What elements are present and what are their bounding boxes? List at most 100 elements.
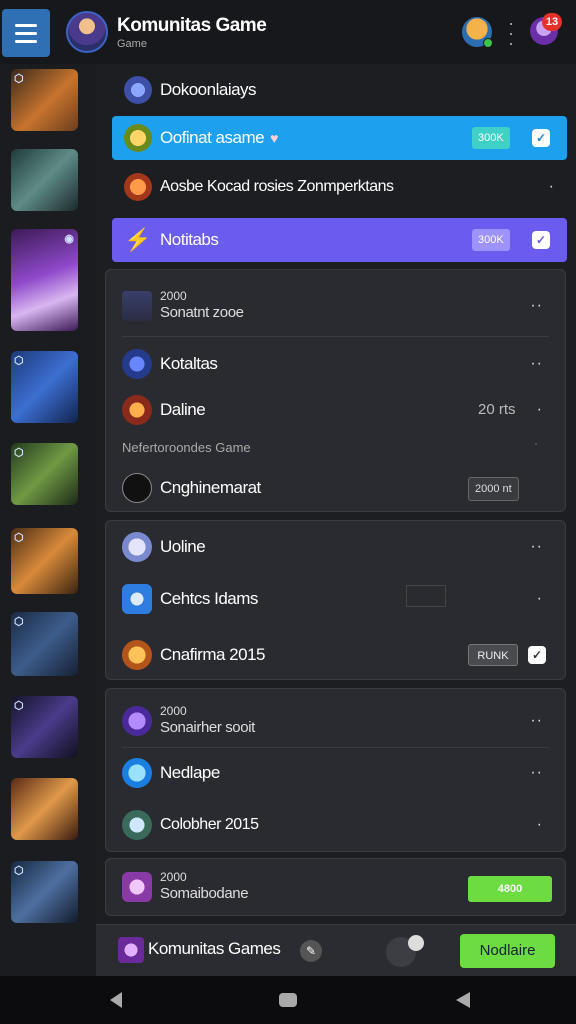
community-icon [118, 937, 144, 963]
game-badge-icon: ⬡ [14, 355, 24, 367]
avatar [122, 872, 152, 902]
more-icon[interactable]: ·· [530, 712, 543, 730]
menu-button[interactable] [2, 9, 50, 57]
list-item[interactable]: Kotaltas ·· [106, 346, 565, 382]
check-icon[interactable]: ✓ [528, 646, 546, 664]
list-item[interactable]: Daline 20 rts · [106, 392, 565, 428]
more-icon: · [534, 436, 539, 450]
game-thumbnail[interactable]: ◉ [11, 229, 78, 331]
compass-icon [122, 473, 152, 503]
more-icon[interactable]: ·· [530, 538, 543, 556]
item-count: 2000 [160, 704, 187, 719]
game-thumbnail[interactable] [11, 778, 78, 840]
list-item[interactable]: Colobher 2015 · [106, 807, 565, 843]
item-label: Sonairher sooit [160, 719, 255, 737]
game-badge-icon: ⬡ [14, 700, 24, 712]
item-label: Cehtcs Idams [160, 589, 258, 608]
list-item[interactable]: Cnafirma 2015 RUNK ✓ [106, 637, 565, 673]
avatar [122, 810, 152, 840]
bottom-label: Komunitas Games [148, 939, 281, 958]
item-label: Cnafirma 2015 [160, 645, 266, 664]
list-item-label: Dokoonlaiays [160, 80, 257, 99]
count-pill: 300K [472, 127, 510, 149]
check-icon[interactable]: ✓ [532, 231, 550, 249]
list-item[interactable]: 2000 Sonatnt zooe ·· [106, 286, 565, 326]
back-icon[interactable] [106, 990, 126, 1010]
item-count: 2000 [160, 870, 187, 885]
count-pill[interactable]: 4800 [468, 876, 552, 902]
list-item-label: Notitabs [160, 230, 219, 249]
item-label: Cnghinemarat [160, 478, 261, 497]
list-item[interactable]: Uoline ·· [106, 529, 565, 565]
more-icon[interactable]: ·· [530, 297, 543, 315]
list-item[interactable]: Nedlape ·· [106, 755, 565, 791]
thumbnail-placeholder [406, 585, 446, 607]
list-item[interactable]: Aosbe Kocad rosies Zonmperktans · [112, 165, 567, 209]
item-label: Uoline [160, 537, 206, 556]
list-item-label: Aosbe Kocad rosies Zonmperktans [160, 178, 394, 195]
count-pill: 300K [472, 229, 510, 251]
item-label: Somaibodane [160, 885, 249, 903]
category-icon [124, 76, 152, 104]
list-item-active[interactable]: ⚡ Notitabs 300K ✓ [112, 218, 567, 262]
game-icon [124, 124, 152, 152]
community-panel: 2000 Sonatnt zooe ·· Kotaltas ·· Daline … [105, 269, 566, 512]
avatar [122, 584, 152, 614]
toggle-knob [408, 935, 424, 951]
main-content: Dokoonlaiays Oofinat asame ♥ 300K ✓ Aosb… [96, 64, 576, 924]
game-thumbnail[interactable]: ⬡ [11, 443, 78, 505]
more-icon[interactable]: · [537, 401, 543, 419]
list-item[interactable]: 2000 Sonairher sooit ·· [106, 701, 565, 741]
online-status-dot [483, 38, 493, 48]
edit-icon[interactable]: ✎ [300, 940, 322, 962]
more-options-icon[interactable]: · · · [505, 14, 517, 52]
item-label: Colobher 2015 [160, 816, 259, 833]
more-icon[interactable]: · [549, 178, 555, 196]
item-count: 2000 [160, 289, 187, 304]
game-thumbnail[interactable] [11, 149, 78, 211]
avatar [122, 349, 152, 379]
avatar [122, 706, 152, 736]
game-badge-icon: ⬡ [14, 616, 24, 628]
list-item[interactable]: Dokoonlaiays [112, 68, 567, 112]
item-value: 20 rts [478, 401, 516, 418]
app-avatar[interactable] [66, 11, 108, 53]
divider [122, 747, 549, 748]
more-icon[interactable]: · [537, 590, 543, 608]
game-thumbnail[interactable]: ⬡ [11, 612, 78, 676]
top-bar: Komunitas Game Game · · · 13 [0, 0, 576, 64]
community-panel: 2000 Somaibodane 4800 [105, 858, 566, 916]
lightning-icon: ⚡ [124, 227, 152, 252]
game-badge-icon: ⬡ [14, 532, 24, 544]
avatar [122, 640, 152, 670]
game-thumbnail[interactable]: ⬡ [11, 351, 78, 423]
check-icon[interactable]: ✓ [532, 129, 550, 147]
game-thumbnail[interactable]: ⬡ [11, 528, 78, 594]
item-label: Daline [160, 400, 206, 419]
section-label: Nefertoroondes Game [122, 440, 251, 455]
list-item[interactable]: 2000 Somaibodane 4800 [106, 867, 565, 907]
group-icon [122, 291, 152, 321]
community-panel: Uoline ·· Cehtcs Idams · Cnafirma 2015 R… [105, 520, 566, 680]
game-badge-icon: ⬡ [14, 865, 24, 877]
home-icon[interactable] [278, 990, 298, 1010]
system-nav-bar [0, 976, 576, 1024]
status-pill[interactable]: RUNK [468, 644, 518, 666]
game-badge-icon: ⬡ [14, 73, 24, 85]
count-pill[interactable]: 2000 nt [468, 477, 519, 501]
list-item[interactable]: Cnghinemarat 2000 nt [106, 470, 565, 506]
more-icon[interactable]: · [537, 816, 543, 834]
list-item-selected[interactable]: Oofinat asame ♥ 300K ✓ [112, 116, 567, 160]
action-button[interactable]: Nodlaire [460, 934, 555, 968]
more-icon[interactable]: ·· [530, 355, 543, 373]
item-label: Sonatnt zooe [160, 304, 244, 322]
more-icon[interactable]: ·· [530, 764, 543, 782]
list-item-label: Oofinat asame [160, 128, 265, 147]
game-thumbnail[interactable]: ⬡ [11, 69, 78, 131]
game-thumbnail[interactable]: ⬡ [11, 696, 78, 758]
list-item[interactable]: Cehtcs Idams · [106, 581, 565, 617]
game-badge-icon: ⬡ [14, 447, 24, 459]
recents-icon[interactable] [452, 990, 472, 1010]
game-thumbnail[interactable]: ⬡ [11, 861, 78, 923]
notification-badge: 13 [542, 13, 562, 31]
